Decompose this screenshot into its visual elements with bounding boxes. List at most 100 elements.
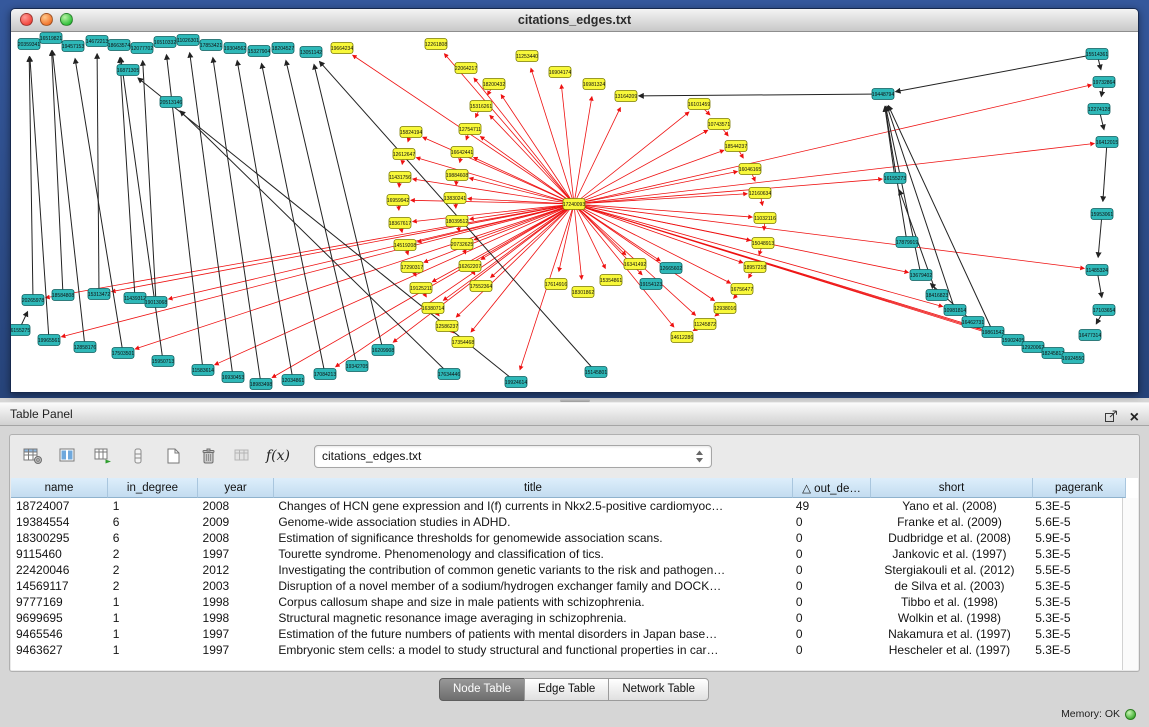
network-node[interactable]: 15514361 [1086,49,1108,60]
table-row[interactable]: 1872400712008Changes of HCN gene express… [11,498,1123,514]
network-node[interactable]: 16101459 [688,99,710,110]
network-edge[interactable] [490,115,574,204]
network-node[interactable]: 11253440 [516,51,538,62]
network-node[interactable]: 13679402 [910,270,932,281]
table-cell[interactable]: Hescheler et al. (1997) [869,642,1031,658]
network-edge[interactable] [574,204,730,283]
table-cell[interactable]: Jankovic et al. (1997) [869,546,1031,562]
network-node[interactable]: 11439312 [124,293,146,304]
table-row[interactable]: 911546021997Tourette syndrome. Phenomeno… [11,546,1123,562]
table-cell[interactable]: Nakamura et al. (1997) [869,626,1031,642]
network-node[interactable]: 16519821 [40,33,62,44]
table-row[interactable]: 1456911722003Disruption of a novel membe… [11,578,1123,594]
table-row[interactable]: 1938455462009Genome-wide association stu… [11,514,1123,530]
table-cell[interactable]: Disruption of a novel member of a sodium… [273,578,791,594]
table-cell[interactable]: 0 [791,562,869,578]
table-cell[interactable]: Changes of HCN gene expression and I(f) … [273,498,791,514]
network-node[interactable]: 14519208 [394,240,416,251]
table-cell[interactable]: Embryonic stem cells: a model to study s… [273,642,791,658]
table-cell[interactable]: 6 [108,514,198,530]
table-cell[interactable]: 6 [108,530,198,546]
network-node[interactable]: 15824194 [400,127,422,138]
network-node[interactable]: 18584808 [52,290,74,301]
network-edge[interactable] [1103,142,1107,201]
table-cell[interactable]: Dudbridge et al. (2008) [869,530,1031,546]
table-cell[interactable]: 5.6E-5 [1030,514,1123,530]
network-node[interactable]: 10981814 [944,305,966,316]
network-node[interactable]: 11026301 [177,35,199,46]
table-row[interactable]: 946362711997Embryonic stem cells: a mode… [11,642,1123,658]
table-cell[interactable]: 9463627 [11,642,108,658]
network-node[interactable]: 17290317 [401,262,423,273]
network-edge[interactable] [314,65,383,350]
table-cell[interactable]: 22420046 [11,562,108,578]
network-node[interactable]: 20359341 [18,39,40,50]
network-node[interactable]: 15316261 [470,101,492,112]
tab-node-table[interactable]: Node Table [439,678,525,701]
network-node[interactable]: 19457153 [62,41,84,52]
network-node[interactable]: 17354468 [452,337,474,348]
network-node[interactable]: 19154123 [640,279,662,290]
network-node[interactable]: 18416823 [926,290,948,301]
network-edge[interactable] [237,61,293,380]
network-node[interactable]: 12274128 [1088,104,1110,115]
table-cell[interactable]: 49 [791,498,869,514]
network-node[interactable]: 15145801 [585,367,607,378]
network-node[interactable]: 11583614 [192,365,214,376]
column-header[interactable]: title [274,478,793,498]
table-cell[interactable]: 2003 [198,578,274,594]
vertical-scrollbar[interactable] [1122,498,1138,670]
table-cell[interactable]: 0 [791,514,869,530]
table-cell[interactable]: Estimation of significance thresholds fo… [273,530,791,546]
network-node[interactable]: 12160634 [749,188,771,199]
rename-column-button[interactable] [230,443,256,469]
network-node[interactable]: 17552364 [470,281,492,292]
column-header[interactable]: year [198,478,274,498]
table-cell[interactable]: 0 [791,546,869,562]
table-cell[interactable]: 1997 [198,546,274,562]
table-cell[interactable]: 0 [791,578,869,594]
network-node[interactable]: 16462731 [962,317,984,328]
network-node[interactable]: 18200432 [483,79,505,90]
table-options-button[interactable] [20,443,46,469]
network-node[interactable]: 14672213 [86,36,108,47]
network-edge[interactable] [896,54,1097,92]
network-node[interactable]: 12754711 [459,124,481,135]
table-cell[interactable]: 0 [791,626,869,642]
table-row[interactable]: 946554611997Estimation of the future num… [11,626,1123,642]
network-node[interactable]: 17879919 [896,237,918,248]
table-cell[interactable]: 1998 [198,594,274,610]
network-node[interactable]: 10743571 [708,119,730,130]
table-row[interactable]: 1830029562008Estimation of significance … [11,530,1123,546]
column-header[interactable]: in_degree [108,478,198,498]
table-cell[interactable]: 2 [108,546,198,562]
table-cell[interactable]: 1997 [198,642,274,658]
table-cell[interactable]: 18724007 [11,498,108,514]
column-header[interactable]: name [11,478,108,498]
table-cell[interactable]: 1 [108,626,198,642]
network-node[interactable]: 19342705 [346,361,368,372]
close-window-button[interactable] [20,13,33,26]
network-node[interactable]: 18663574 [108,40,130,51]
table-cell[interactable]: 1997 [198,626,274,642]
network-edge[interactable] [574,130,708,204]
network-edge[interactable] [112,204,574,292]
table-cell[interactable]: 14569117 [11,578,108,594]
network-edge[interactable] [574,204,1084,268]
network-node[interactable]: 13830241 [444,193,466,204]
table-cell[interactable]: 9699695 [11,610,108,626]
network-edge[interactable] [169,204,574,299]
table-cell[interactable]: 2008 [198,530,274,546]
network-node[interactable]: 16380714 [422,303,444,314]
network-node[interactable]: 15048913 [752,238,774,249]
network-edge[interactable] [262,64,325,374]
table-cell[interactable]: 9115460 [11,546,108,562]
network-node[interactable]: 18544237 [725,141,747,152]
network-node[interactable]: 16981324 [583,79,605,90]
close-panel-icon[interactable]: × [1130,410,1139,426]
network-edge[interactable] [213,58,261,384]
network-edge[interactable] [574,112,689,204]
network-node[interactable]: 16642441 [451,147,473,158]
network-node[interactable]: 16756477 [731,284,753,295]
network-node[interactable]: 12938016 [714,303,736,314]
